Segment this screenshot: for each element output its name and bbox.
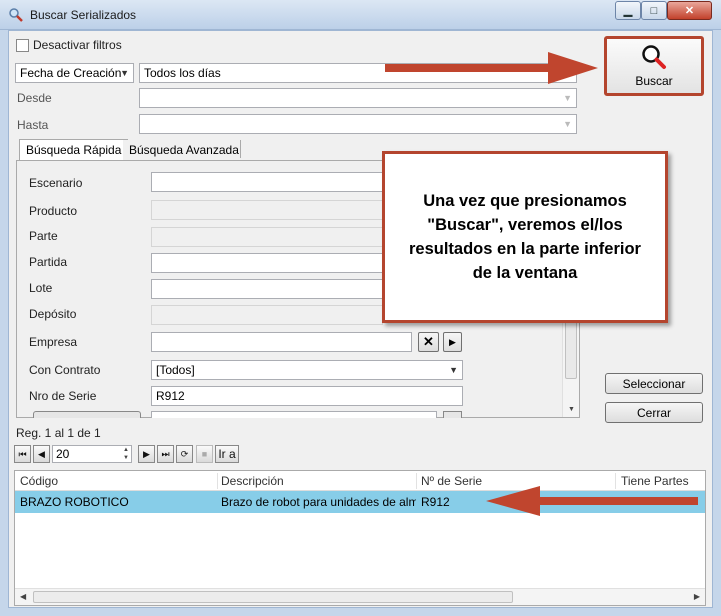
date-range-value: Todos los días xyxy=(144,66,221,80)
partial-small-button xyxy=(443,411,462,418)
scroll-thumb[interactable] xyxy=(33,591,513,603)
last-page-icon[interactable]: ⏭ xyxy=(157,445,174,463)
partida-input[interactable] xyxy=(151,253,383,273)
tab-divider xyxy=(240,140,241,158)
next-page-icon[interactable]: ▶ xyxy=(138,445,155,463)
chevron-down-icon: ▼ xyxy=(563,93,572,103)
record-info: Reg. 1 al 1 de 1 xyxy=(16,426,101,440)
search-button-label: Buscar xyxy=(635,74,673,88)
arrow-right-icon: ▶ xyxy=(449,336,456,347)
title-bar: Buscar Serializados ▁ □ ✕ xyxy=(0,0,721,30)
producto-label: Producto xyxy=(29,204,78,218)
page-size-value: 20 xyxy=(56,447,70,461)
nro-serie-value: R912 xyxy=(156,389,185,403)
callout-text: Una vez que presionamos "Buscar", veremo… xyxy=(409,192,641,282)
annotation-callout: Una vez que presionamos "Buscar", veremo… xyxy=(382,151,668,323)
horizontal-scrollbar[interactable]: ◀ ▶ xyxy=(15,588,705,605)
con-contrato-label: Con Contrato xyxy=(29,363,101,377)
chevron-down-icon: ▼ xyxy=(563,119,572,129)
scroll-down-icon[interactable]: ▼ xyxy=(568,406,575,413)
partial-button xyxy=(33,411,141,418)
column-divider[interactable] xyxy=(217,473,218,489)
disable-filters-label: Desactivar filtros xyxy=(33,38,122,52)
search-icon xyxy=(642,45,666,69)
column-divider[interactable] xyxy=(416,473,417,489)
first-page-icon[interactable]: ⏮ xyxy=(14,445,31,463)
prev-page-icon[interactable]: ◀ xyxy=(33,445,50,463)
search-app-icon xyxy=(9,8,23,22)
tab-quick-search[interactable]: Búsqueda Rápida xyxy=(19,139,129,161)
search-button[interactable]: Buscar xyxy=(604,36,704,96)
nro-serie-label: Nro de Serie xyxy=(29,389,97,403)
producto-input[interactable] xyxy=(151,200,383,220)
empresa-lookup-button[interactable]: ▶ xyxy=(443,332,462,352)
annotation-arrow-to-buscar xyxy=(385,52,598,84)
spinner-icon[interactable]: ▲ ▼ xyxy=(123,446,129,462)
con-contrato-value: [Todos] xyxy=(156,363,195,377)
cell-descripcion: Brazo de robot para unidades de almacena… xyxy=(221,495,416,509)
column-header-serie[interactable]: Nº de Serie xyxy=(421,474,482,488)
maximize-button[interactable]: □ xyxy=(641,1,667,20)
refresh-icon[interactable]: ⟳ xyxy=(176,445,193,463)
tab-advanced-search[interactable]: Búsqueda Avanzada xyxy=(123,140,245,160)
lote-input[interactable] xyxy=(151,279,383,299)
go-to-button[interactable]: Ir a xyxy=(215,445,239,463)
close-button[interactable]: ✕ xyxy=(667,1,712,20)
date-type-value: Fecha de Creación xyxy=(20,66,122,80)
scroll-left-icon[interactable]: ◀ xyxy=(20,592,26,601)
stop-icon[interactable]: ■ xyxy=(196,445,213,463)
to-label: Hasta xyxy=(17,118,49,132)
date-type-select[interactable]: Fecha de Creación ▼ xyxy=(15,63,134,83)
annotation-arrow-to-result xyxy=(486,486,698,516)
empresa-label: Empresa xyxy=(29,335,78,349)
close-dialog-button[interactable]: Cerrar xyxy=(605,402,703,423)
window-title: Buscar Serializados xyxy=(30,8,137,22)
to-date-select[interactable]: ▼ xyxy=(139,114,577,134)
con-contrato-select[interactable]: [Todos] ▼ xyxy=(151,360,463,380)
deposito-input[interactable] xyxy=(151,305,383,325)
deposito-label: Depósito xyxy=(29,307,77,321)
escenario-label: Escenario xyxy=(29,176,83,190)
page-size-input[interactable]: 20 ▲ ▼ xyxy=(52,445,132,463)
scroll-thumb[interactable] xyxy=(565,321,577,379)
nro-serie-input[interactable]: R912 xyxy=(151,386,463,406)
select-button[interactable]: Seleccionar xyxy=(605,373,703,394)
clear-icon: ✕ xyxy=(423,334,434,349)
escenario-input[interactable] xyxy=(151,172,383,192)
parte-input[interactable] xyxy=(151,227,383,247)
partial-input xyxy=(151,411,437,418)
scroll-right-icon[interactable]: ▶ xyxy=(694,592,700,601)
empresa-input[interactable] xyxy=(151,332,412,352)
minimize-button[interactable]: ▁ xyxy=(615,1,641,20)
column-header-codigo[interactable]: Código xyxy=(20,474,58,488)
disable-filters-checkbox[interactable] xyxy=(16,39,29,52)
parte-label: Parte xyxy=(29,229,58,243)
chevron-down-icon: ▼ xyxy=(449,365,458,375)
lote-label: Lote xyxy=(29,281,53,295)
partida-label: Partida xyxy=(29,255,68,269)
from-date-select[interactable]: ▼ xyxy=(139,88,577,108)
column-header-descripcion[interactable]: Descripción xyxy=(221,474,284,488)
from-label: Desde xyxy=(17,91,52,105)
chevron-down-icon: ▼ xyxy=(120,68,129,78)
cell-codigo: BRAZO ROBOTICO xyxy=(20,495,129,509)
clear-empresa-button[interactable]: ✕ xyxy=(418,332,439,352)
